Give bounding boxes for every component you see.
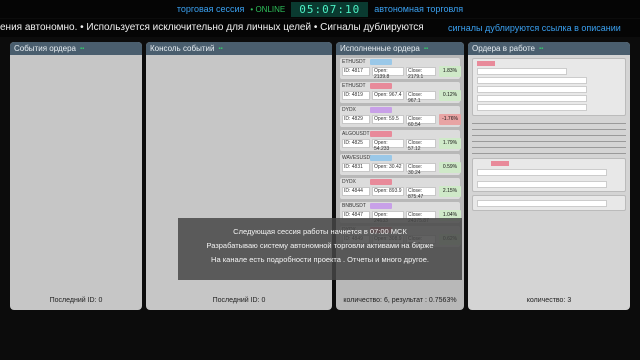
order-symbol: ETHUSDT	[342, 59, 366, 65]
order-symbol: WAVESUSDT	[342, 155, 374, 161]
order-id: ID: 4831	[342, 163, 370, 172]
order-open-price: Open: 893.9	[372, 187, 404, 196]
top-status-bar: торговая сессия • ONLINE 05:07:10 автоно…	[0, 0, 640, 18]
working-panel-title: Ордера в работе	[472, 44, 535, 53]
order-field	[477, 181, 607, 188]
order-field	[477, 68, 567, 75]
order-direction-tag	[370, 179, 392, 185]
order-close-price: Close: 57.12	[406, 139, 436, 152]
order-close-price: Close: 875.47	[406, 187, 436, 200]
order-direction-tag	[370, 107, 392, 113]
order-id: ID: 4819	[342, 91, 370, 100]
order-id: ID: 4825	[342, 139, 370, 148]
order-symbol: BNBUSDT	[342, 203, 366, 209]
order-open-price: Open: 2139.8	[372, 67, 404, 80]
working-count: количество: 3	[526, 297, 572, 304]
ticker-secondary-text: сигналы дублируются ссылка в описании	[448, 23, 621, 33]
executed-order-row[interactable]: ETHUSDT ID: 4817 Open: 2139.8 Close: 2179.1…	[340, 58, 461, 80]
order-id: ID: 4817	[342, 67, 370, 76]
order-field	[477, 104, 587, 111]
order-field	[477, 77, 587, 84]
order-result-percent: 1.79%	[439, 138, 461, 149]
order-result-percent: 0.59%	[439, 162, 461, 173]
executed-order-row[interactable]: DYDX ID: 4829 Open: 59.5 Close: 60.54 -1.76%	[340, 106, 461, 128]
executed-order-row[interactable]: ETHUSDT ID: 4819 Open: 967.4 Close: 967.1 0.…	[340, 82, 461, 104]
console-last-id: Последний ID: 0	[212, 297, 266, 304]
order-symbol: DYDX	[342, 179, 356, 185]
order-open-price: Open: 967.4	[372, 91, 404, 100]
order-close-price: Close: 967.1	[406, 91, 436, 104]
session-announcement: Следующая сессия работы начнется в 07:00…	[178, 218, 462, 280]
executed-count-badge: ▪▪	[423, 45, 429, 52]
order-open-price: Open: 30.42	[372, 163, 404, 172]
order-direction-tag	[370, 59, 392, 65]
executed-panel-title: Исполненные ордера	[340, 44, 420, 53]
order-id: ID: 4829	[342, 115, 370, 124]
online-status: • ONLINE	[250, 4, 286, 14]
session-clock: 05:07:10	[291, 1, 369, 17]
console-panel-header: Консоль событий ▪▪	[146, 42, 332, 55]
order-open-price: Open: 54.233	[372, 139, 404, 152]
order-field	[477, 86, 587, 93]
executed-order-row[interactable]: ALGOUSDT ID: 4825 Open: 54.233 Close: 57.12…	[340, 130, 461, 152]
working-panel-header: Ордера в работе ▪▪	[468, 42, 630, 55]
order-field	[477, 200, 607, 207]
announcement-line-3: На канале есть подробности проекта . Отч…	[211, 255, 429, 264]
order-result-percent: 2.15%	[439, 186, 461, 197]
executed-order-row[interactable]: DYDX ID: 4844 Open: 893.9 Close: 875.47 2.15…	[340, 178, 461, 200]
working-order-card[interactable]	[472, 195, 626, 211]
news-ticker: ения автономно. • Используется исключите…	[0, 19, 640, 37]
executed-panel-header: Исполненные ордера ▪▪	[336, 42, 464, 55]
order-open-price: Open: 59.5	[372, 115, 404, 124]
order-symbol: DYDX	[342, 107, 356, 113]
order-tag	[491, 161, 509, 166]
order-tag	[477, 61, 495, 66]
order-symbol: ETHUSDT	[342, 83, 366, 89]
order-close-price: Close: 60.54	[406, 115, 436, 128]
order-direction-tag	[370, 203, 392, 209]
working-count-badge: ▪▪	[538, 45, 544, 52]
order-field	[477, 169, 607, 176]
events-panel: События ордера ▪▪ Последний ID: 0	[10, 42, 142, 310]
executed-summary: количество: 6, результат : 0.7563%	[343, 297, 457, 304]
order-description	[472, 120, 626, 154]
order-result-percent: 1.83%	[439, 66, 461, 77]
order-field	[477, 95, 587, 102]
order-result-percent: -1.76%	[439, 114, 461, 125]
order-symbol: ALGOUSDT	[342, 131, 370, 137]
order-id: ID: 4844	[342, 187, 370, 196]
order-close-price: Close: 2179.1	[406, 67, 436, 80]
ticker-main-text: ения автономно. • Используется исключите…	[0, 22, 424, 33]
announcement-line-2: Разрабатываю систему автономной торговли…	[206, 241, 434, 250]
events-last-id: Последний ID: 0	[49, 297, 103, 304]
events-count-badge: ▪▪	[79, 45, 85, 52]
executed-order-row[interactable]: WAVESUSDT ID: 4831 Open: 30.42 Close: 30.24…	[340, 154, 461, 176]
events-panel-body[interactable]: Последний ID: 0	[10, 55, 142, 310]
announcement-line-1: Следующая сессия работы начнется в 07:00…	[233, 227, 407, 236]
working-orders-panel: Ордера в работе ▪▪ количество: 3	[468, 42, 630, 310]
working-panel-body[interactable]: количество: 3	[468, 55, 630, 310]
working-order-card[interactable]	[472, 58, 626, 116]
console-count-badge: ▪▪	[218, 45, 223, 52]
order-close-price: Close: 30.24	[406, 163, 436, 176]
mode-label: автономная торговля	[374, 4, 464, 14]
order-result-percent: 0.12%	[439, 90, 461, 101]
order-direction-tag	[370, 155, 392, 161]
console-panel-title: Консоль событий	[150, 44, 215, 53]
order-direction-tag	[370, 83, 392, 89]
session-label: торговая сессия	[176, 4, 245, 14]
events-panel-title: События ордера	[14, 44, 76, 53]
events-panel-header: События ордера ▪▪	[10, 42, 142, 55]
working-order-card[interactable]	[472, 158, 626, 192]
order-direction-tag	[370, 131, 392, 137]
